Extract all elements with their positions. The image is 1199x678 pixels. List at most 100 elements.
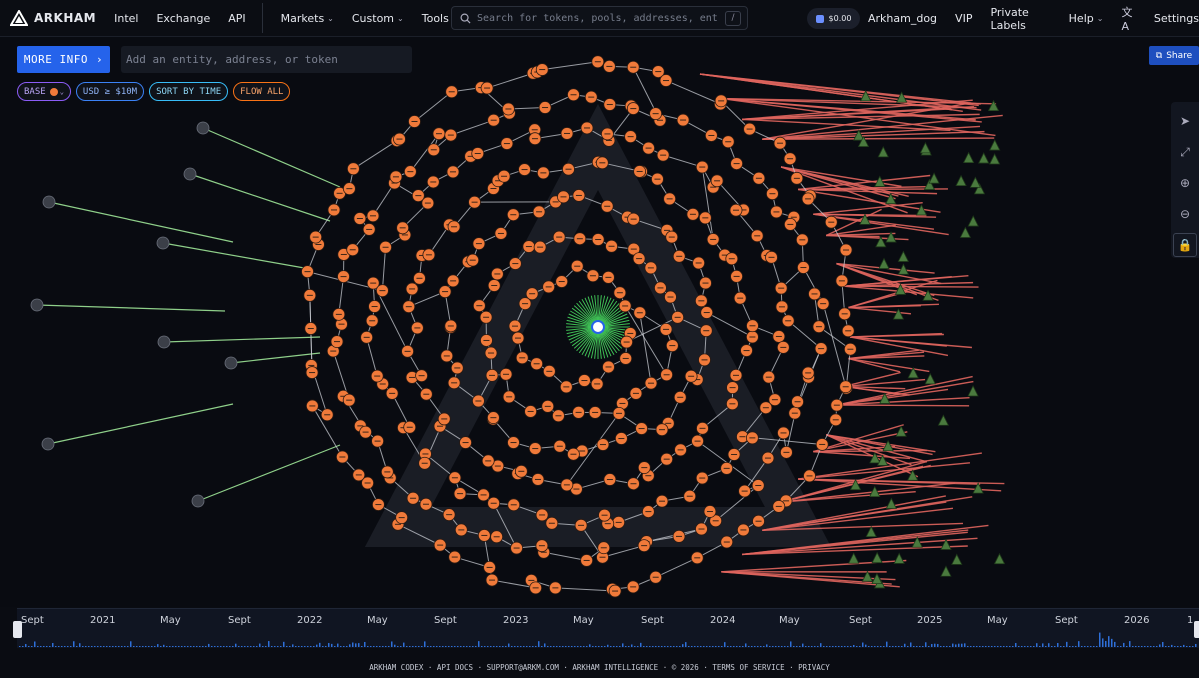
destination-node[interactable] [877, 146, 889, 158]
source-node[interactable] [42, 195, 56, 209]
timeline-bar [850, 646, 852, 647]
more-info-button[interactable]: MORE INFO › [17, 46, 110, 73]
nav-intel[interactable]: Intel [114, 12, 138, 25]
timeline-bar [1192, 646, 1194, 647]
timeline-bar [1177, 646, 1179, 647]
destination-node[interactable] [885, 497, 897, 509]
zoom-in-icon[interactable]: ⊕ [1173, 171, 1197, 195]
timeline-bar [316, 644, 318, 647]
timeline-scrubber[interactable]: Sept 2021 May Sept 2022 May Sept 2023 May Sept 202… [13, 608, 1199, 648]
timeline-bar [553, 646, 555, 647]
destination-node[interactable] [892, 308, 905, 320]
destination-node[interactable] [865, 525, 877, 538]
timeline-bar [133, 646, 135, 647]
timeline-bar [547, 646, 549, 647]
timeline-label: Sept [1055, 615, 1078, 626]
share-button[interactable]: ⧉ Share [1149, 46, 1199, 65]
base-filter-label: BASE [24, 86, 46, 97]
timeline-end-handle[interactable] [1194, 621, 1199, 638]
source-node[interactable] [196, 121, 210, 135]
timeline-bar [778, 646, 780, 647]
source-node[interactable] [183, 167, 197, 181]
timeline-bar [1162, 642, 1164, 647]
timeline-bar [1060, 646, 1062, 647]
source-node[interactable] [156, 236, 170, 250]
destination-node[interactable] [951, 553, 963, 565]
wallet-balance: $0.00 [828, 14, 852, 23]
add-entity-input[interactable] [121, 46, 412, 73]
destination-node[interactable] [959, 226, 972, 238]
destination-node[interactable] [967, 215, 979, 227]
settings-link[interactable]: Settings [1154, 12, 1199, 25]
timeline-bar [475, 646, 477, 647]
flow-filter-chip[interactable]: FLOW ALL [233, 82, 291, 101]
timeline-label: May [779, 615, 800, 626]
pointer-icon[interactable]: ➤ [1173, 109, 1197, 133]
destination-node[interactable] [993, 552, 1006, 565]
destination-node[interactable] [893, 552, 905, 564]
destination-node[interactable] [962, 151, 975, 164]
wallet-balance-button[interactable]: $0.00 [807, 8, 860, 29]
sort-by-time-chip[interactable]: SORT BY TIME [149, 82, 229, 101]
global-search[interactable]: / [451, 6, 748, 30]
destination-node[interactable] [969, 176, 982, 188]
destination-node[interactable] [967, 385, 979, 397]
top-navigation-bar: ARKHAM Intel Exchange API Markets ⌄ Custo… [0, 0, 1199, 37]
user-account-link[interactable]: Arkham_dog [868, 12, 937, 25]
zoom-out-icon[interactable]: ⊖ [1173, 202, 1197, 226]
destination-node[interactable] [924, 372, 936, 385]
destination-node[interactable] [897, 250, 909, 262]
nav-api[interactable]: API [228, 12, 245, 25]
fit-to-screen-icon[interactable]: ⤢ [1173, 140, 1197, 164]
destination-node[interactable] [848, 552, 860, 564]
timeline-bar [904, 643, 906, 647]
timeline-bar [715, 646, 717, 647]
destination-node[interactable] [878, 257, 890, 269]
destination-node[interactable] [937, 414, 950, 426]
arkham-logo[interactable]: ARKHAM [10, 10, 96, 26]
nav-exchange[interactable]: Exchange [156, 12, 210, 25]
destination-node[interactable] [989, 139, 1001, 151]
lock-icon[interactable]: 🔒 [1173, 233, 1197, 257]
graph-canvas[interactable] [0, 37, 1199, 607]
timeline-bar [265, 646, 267, 647]
inflow-edge [197, 444, 341, 502]
inflow-edge [202, 127, 341, 188]
destination-node[interactable] [928, 172, 940, 184]
usd-filter-chip[interactable]: USD ≥ $10M [75, 82, 145, 101]
destination-node[interactable] [988, 153, 1001, 165]
destination-node[interactable] [978, 152, 990, 164]
private-labels-link[interactable]: Private Labels [990, 6, 1050, 32]
entity-flow-graph[interactable] [0, 37, 1199, 607]
language-icon[interactable]: 文A [1121, 4, 1135, 33]
base-filter-chip[interactable]: BASE ⌄ [17, 82, 71, 101]
source-node[interactable] [41, 437, 55, 451]
nav-markets-dropdown[interactable]: Markets ⌄ [281, 12, 334, 25]
timeline-bar [649, 646, 651, 647]
timeline-start-handle[interactable] [13, 621, 22, 638]
destination-node[interactable] [869, 451, 881, 464]
source-node[interactable] [191, 494, 205, 508]
timeline-bar [208, 643, 210, 647]
destination-node[interactable] [871, 551, 883, 564]
search-input[interactable] [477, 12, 717, 24]
help-dropdown[interactable]: Help ⌄ [1069, 12, 1104, 25]
timeline-bar [526, 646, 528, 647]
timeline-bar [826, 646, 828, 647]
destination-node[interactable] [987, 99, 1000, 112]
destination-node[interactable] [940, 565, 952, 577]
nav-custom-dropdown[interactable]: Custom ⌄ [352, 12, 404, 25]
source-node[interactable] [224, 356, 238, 370]
source-node[interactable] [157, 335, 171, 349]
timeline-bar [322, 646, 324, 647]
vip-link[interactable]: VIP [955, 12, 972, 25]
inflow-edge [163, 336, 321, 343]
timeline-bar [337, 643, 339, 647]
destination-node[interactable] [919, 141, 932, 154]
destination-node[interactable] [861, 570, 874, 582]
destination-node[interactable] [895, 425, 907, 437]
destination-node[interactable] [955, 174, 967, 187]
nav-markets-label: Markets [280, 11, 325, 25]
center-entity-node[interactable] [591, 320, 605, 334]
source-node[interactable] [30, 298, 44, 312]
